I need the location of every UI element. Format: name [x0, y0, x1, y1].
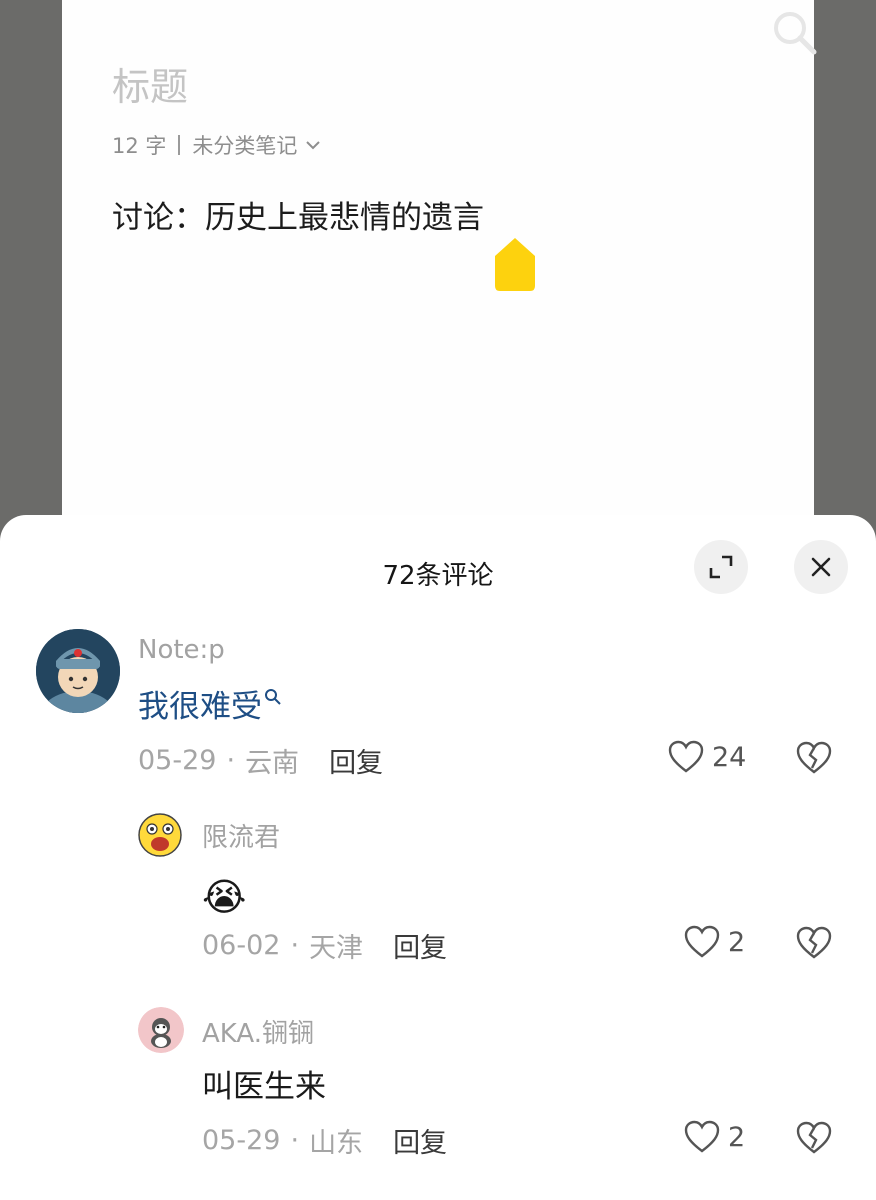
comment-meta: 05-29 · 山东 回复 — [202, 1121, 447, 1160]
chevron-down-icon[interactable] — [305, 139, 321, 151]
comment-meta: 05-29 · 云南 回复 — [138, 741, 383, 780]
comment-location: 山东 — [309, 1128, 364, 1159]
note-title-placeholder[interactable]: 标题 — [112, 56, 188, 111]
like-count: 24 — [712, 741, 747, 773]
dislike-button[interactable] — [796, 741, 832, 775]
comment-content[interactable]: 😭 — [202, 875, 246, 919]
dislike-button[interactable] — [796, 1121, 832, 1155]
reply-button[interactable]: 回复 — [393, 926, 447, 965]
avatar[interactable] — [36, 629, 120, 713]
comment-date: 06-02 — [202, 930, 281, 961]
comment-username[interactable]: AKA.锎锎 — [202, 1013, 314, 1050]
char-count: 12 字 — [112, 134, 167, 158]
avatar[interactable] — [138, 1007, 184, 1053]
crying-emoji: 😭 — [202, 875, 247, 919]
close-icon — [811, 557, 831, 577]
comment-username[interactable]: Note:p — [138, 635, 225, 665]
reply-button[interactable]: 回复 — [329, 741, 383, 780]
close-button[interactable] — [794, 540, 848, 594]
meta-dot: · — [290, 1125, 300, 1156]
like-count: 2 — [728, 926, 746, 958]
comment-location: 云南 — [245, 748, 300, 779]
meta-dot: · — [290, 930, 300, 961]
avatar[interactable] — [138, 813, 182, 857]
note-page: 标题 12 字 未分类笔记 讨论：历史上最悲情的遗言 — [62, 0, 817, 560]
like-button[interactable]: 2 — [684, 925, 745, 959]
comment-item: 限流君 😭 06-02 · 天津 回复 2 — [0, 813, 876, 993]
expand-button[interactable] — [694, 540, 748, 594]
reply-button[interactable]: 回复 — [393, 1121, 447, 1160]
meta-dot: · — [226, 745, 236, 776]
meta-divider — [178, 135, 181, 155]
comment-text[interactable]: 我很难受 — [138, 681, 262, 726]
comment-date: 05-29 — [202, 1125, 281, 1156]
comment-item: Note:p 我很难受 05-29 · 云南 回复 24 — [0, 625, 876, 805]
note-body-text[interactable]: 讨论：历史上最悲情的遗言 — [112, 192, 484, 237]
comment-location: 天津 — [309, 933, 364, 964]
heart-icon — [684, 925, 720, 958]
comments-sheet: 72条评论 Note:p 我很难受 05-29 · 云南 回复 24 限流君 😭… — [0, 515, 876, 1200]
comment-username[interactable]: 限流君 — [202, 817, 280, 854]
comment-item: AKA.锎锎 叫医生来 05-29 · 山东 回复 2 — [0, 1007, 876, 1187]
search-icon[interactable] — [768, 6, 820, 58]
comment-content[interactable]: 我很难受 — [138, 681, 282, 726]
dislike-button[interactable] — [796, 926, 832, 960]
like-button[interactable]: 24 — [668, 740, 746, 774]
search-icon[interactable] — [264, 688, 282, 706]
comment-content[interactable]: 叫医生来 — [202, 1061, 326, 1106]
like-button[interactable]: 2 — [684, 1120, 745, 1154]
heart-icon — [684, 1120, 720, 1153]
broken-heart-icon — [796, 741, 832, 774]
comment-text[interactable]: 叫医生来 — [202, 1061, 326, 1106]
heart-icon — [668, 740, 704, 773]
category-selector[interactable]: 未分类笔记 — [192, 130, 297, 160]
broken-heart-icon — [796, 1121, 832, 1154]
note-meta: 12 字 未分类笔记 — [112, 130, 321, 160]
expand-icon — [709, 555, 733, 579]
comment-date: 05-29 — [138, 745, 217, 776]
comment-meta: 06-02 · 天津 回复 — [202, 926, 447, 965]
broken-heart-icon — [796, 926, 832, 959]
text-cursor-handle[interactable] — [493, 236, 537, 292]
like-count: 2 — [728, 1121, 746, 1153]
